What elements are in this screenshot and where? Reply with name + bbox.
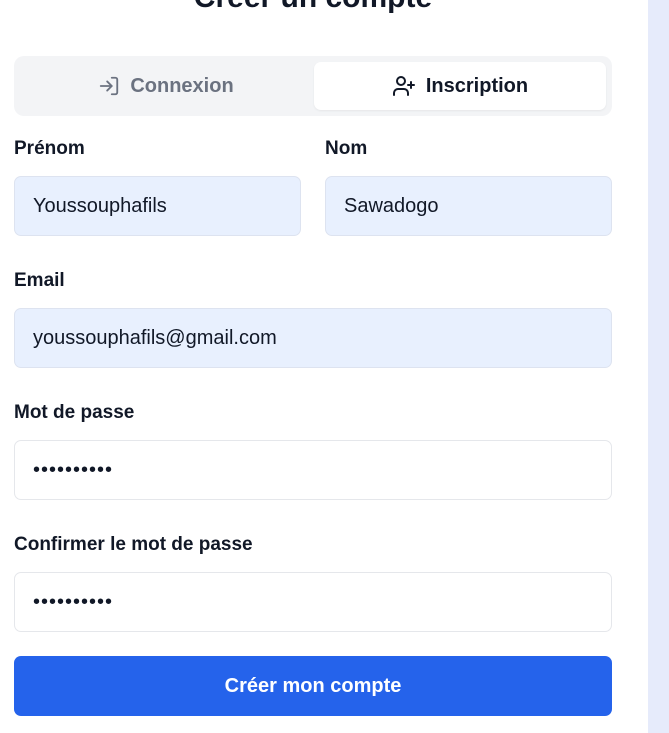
tab-connexion-label: Connexion (130, 74, 234, 97)
confirm-password-label: Confirmer le mot de passe (14, 534, 253, 555)
first-name-field[interactable] (14, 176, 301, 236)
page-title: Créer un compte (0, 0, 626, 18)
tab-inscription[interactable]: Inscription (314, 62, 606, 110)
last-name-field[interactable] (325, 176, 612, 236)
password-field[interactable] (14, 440, 612, 500)
email-label: Email (14, 270, 65, 291)
first-name-label: Prénom (14, 138, 85, 159)
email-field[interactable] (14, 308, 612, 368)
background-strip (648, 0, 669, 733)
user-plus-icon (392, 74, 416, 98)
confirm-password-field[interactable] (14, 572, 612, 632)
tab-inscription-label: Inscription (425, 74, 529, 97)
password-label: Mot de passe (14, 402, 135, 423)
auth-tabs: Connexion Inscription (14, 56, 612, 116)
create-account-button[interactable]: Créer mon compte (14, 656, 612, 716)
tab-connexion[interactable]: Connexion (20, 62, 312, 110)
login-icon (98, 75, 120, 97)
last-name-label: Nom (325, 138, 368, 159)
signup-page: Créer un compte Connexion In (0, 0, 669, 733)
